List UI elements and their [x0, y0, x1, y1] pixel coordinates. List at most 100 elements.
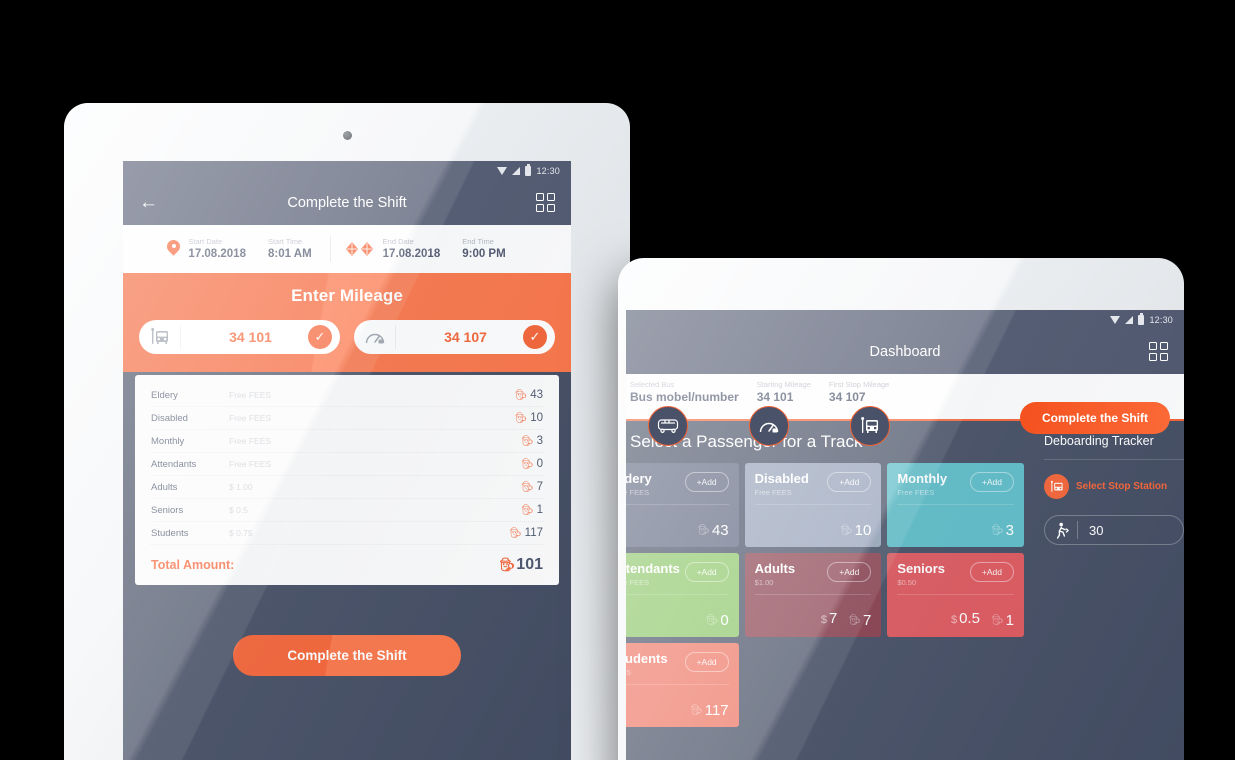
add-button[interactable]: +Add — [684, 562, 729, 582]
card-fee: Free FEES — [754, 487, 792, 497]
end-mileage-value[interactable]: 34 107 — [396, 329, 523, 345]
fare-count: 🕵︎ 0 — [520, 458, 543, 470]
start-date-label: Start Date — [188, 236, 223, 246]
end-mileage-input[interactable]: 34 107 ✓ — [354, 320, 555, 354]
fare-count: 🕵︎ 7 — [520, 481, 543, 493]
card-name: Students — [626, 651, 668, 666]
front-camera-icon — [342, 131, 352, 140]
check-icon[interactable]: ✓ — [523, 325, 547, 349]
wifi-icon — [1110, 315, 1121, 324]
passenger-card-adults[interactable]: Adults $1.00 +Add $7 🕵︎ 7 — [744, 553, 882, 637]
card-fee: $0.75 — [626, 667, 631, 677]
add-button[interactable]: +Add — [969, 472, 1014, 492]
enter-mileage-section: Enter Mileage 34 101 ✓ 34 107 ✓ — [123, 273, 571, 372]
signal-icon — [1125, 315, 1134, 324]
end-time-label: End Time — [462, 236, 494, 246]
total-label: Total Amount: — [151, 558, 235, 572]
shift-date-bar: Start Date 17.08.2018 Start Time 8:01 AM — [123, 225, 571, 273]
passenger-card-eldery[interactable]: Eldery Free FEES +Add 🕵︎43 — [626, 463, 739, 547]
wifi-icon — [497, 166, 508, 175]
passenger-card-disabled[interactable]: Disabled Free FEES +Add 🕵︎ 10 — [744, 463, 882, 547]
card-count: 🕵︎ 117 — [690, 702, 729, 719]
start-time-field: Start Time 8:01 AM — [268, 237, 312, 261]
passenger-card-seniors[interactable]: Seniors $0.50 +Add $0.5 🕵︎ 1 — [887, 553, 1024, 637]
passenger-card-monthly[interactable]: Monthly Free FEES +Add 🕵︎ 3 — [887, 463, 1024, 547]
people-icon: 🕵︎ — [697, 525, 710, 536]
card-fee: Free FEES — [626, 487, 650, 497]
add-button[interactable]: +Add — [827, 472, 872, 492]
back-arrow-icon[interactable]: ← — [139, 193, 158, 212]
tablet-device-front: 12:30 ← Complete the Shift Start Date 17… — [64, 103, 630, 760]
start-mileage-value[interactable]: 34 101 — [181, 329, 308, 345]
grid-menu-icon[interactable] — [1149, 342, 1168, 361]
table-row: Seniors $ 0.5 🕵︎ 1 — [151, 499, 543, 522]
select-stop-station-label: Select Stop Station — [1076, 481, 1168, 492]
people-icon: 🕵︎ — [508, 527, 522, 539]
bus-icon — [648, 406, 688, 446]
people-icon: 🕵︎ — [990, 525, 1004, 536]
deboarding-title: Deboarding Tracker — [1044, 434, 1154, 448]
fare-count: 🕵︎ 3 — [520, 435, 543, 447]
card-name: Seniors — [897, 561, 946, 576]
people-icon: 🕵︎ — [498, 557, 515, 572]
card-fee: Free FEES — [626, 577, 650, 587]
deboarding-count-input[interactable]: 30 — [1044, 515, 1184, 545]
card-money: $0.5 — [950, 610, 980, 627]
tablet-1-screen: 12:30 ← Complete the Shift Start Date 17… — [123, 161, 571, 760]
people-icon: 🕵︎ — [990, 615, 1004, 626]
add-button[interactable]: +Add — [684, 652, 729, 672]
passenger-section: Select a Passenger for a Track Eldery Fr… — [626, 420, 1032, 760]
fare-fee: Free FEES — [229, 413, 272, 423]
currency-icon: $ — [950, 614, 958, 626]
start-group: Start Date 17.08.2018 Start Time 8:01 AM — [167, 237, 325, 261]
card-count: 🕵︎ 1 — [990, 612, 1014, 629]
table-row: Adults $ 1.00 🕵︎ 7 — [151, 476, 543, 499]
end-time-field: End Time 9:00 PM — [462, 237, 505, 261]
add-button[interactable]: +Add — [827, 562, 872, 582]
fare-fee: Free FEES — [229, 459, 272, 469]
fare-count: 🕵︎ 1 — [520, 504, 543, 516]
fare-name: Seniors — [151, 504, 184, 516]
signal-icon — [512, 166, 521, 175]
deboarding-count-value[interactable]: 30 — [1078, 523, 1103, 538]
add-button[interactable]: +Add — [969, 562, 1014, 582]
total-value: 🕵︎ 101 — [498, 556, 543, 573]
enter-mileage-heading: Enter Mileage — [291, 286, 403, 305]
starting-mileage-label: Starting Mileage — [756, 380, 811, 389]
complete-shift-button[interactable]: Complete the Shift — [1019, 402, 1170, 434]
shift-info-bar: Selected Bus Bus mobel/number Starting M… — [626, 374, 1184, 446]
first-stop-mileage-field: First Stop Mileage 34 107 — [829, 380, 907, 405]
complete-shift-button[interactable]: Complete the Shift — [233, 635, 461, 676]
end-date-value: 17.08.2018 — [382, 247, 441, 260]
passenger-card-students[interactable]: Students $0.75 +Add 🕵︎117 — [626, 643, 739, 727]
start-time-label: Start Time — [267, 236, 303, 246]
start-mileage-input[interactable]: 34 101 ✓ — [139, 320, 340, 354]
selected-bus-value: Bus mobel/number — [630, 389, 739, 404]
select-stop-station-row[interactable]: Select Stop Station — [1044, 474, 1184, 499]
card-count: 🕵︎ 3 — [990, 522, 1014, 539]
table-row: Monthly Free FEES 🕵︎ 3 — [151, 430, 543, 453]
card-count: 🕵︎ 0 — [705, 612, 729, 629]
people-icon: 🕵︎ — [839, 525, 853, 536]
checkered-flag-icon — [345, 240, 375, 258]
start-date-field: Start Date 17.08.2018 — [188, 237, 246, 261]
first-stop-mileage-label: First Stop Mileage — [828, 380, 890, 389]
screenshot-stage: 12:30 ← Complete the Shift Start Date 17… — [0, 0, 1235, 760]
grid-menu-icon[interactable] — [536, 193, 555, 212]
start-date-value: 17.08.2018 — [188, 247, 246, 260]
deboarding-tracker-panel: Deboarding Tracker Select Stop Station 3… — [1032, 420, 1184, 760]
battery-icon — [525, 163, 532, 176]
people-icon: 🕵︎ — [520, 504, 534, 516]
table-row: Attendants Free FEES 🕵︎ 0 — [151, 453, 543, 476]
add-button[interactable]: +Add — [684, 472, 729, 492]
status-clock: 12:30 — [536, 165, 560, 176]
app-bar: Dashboard — [626, 329, 1184, 374]
passenger-card-attendants[interactable]: Attendants Free FEES +Add 🕵︎0 — [626, 553, 739, 637]
end-time-value: 9:00 PM — [462, 247, 506, 260]
start-time-value: 8:01 AM — [267, 247, 312, 260]
check-icon[interactable]: ✓ — [308, 325, 332, 349]
table-row: Students $ 0.75 🕵︎ 117 — [151, 522, 543, 545]
page-title: Complete the Shift — [287, 194, 407, 211]
people-icon: 🕵︎ — [520, 458, 534, 470]
end-group: End Date 17.08.2018 End Time 9:00 PM — [345, 237, 520, 261]
